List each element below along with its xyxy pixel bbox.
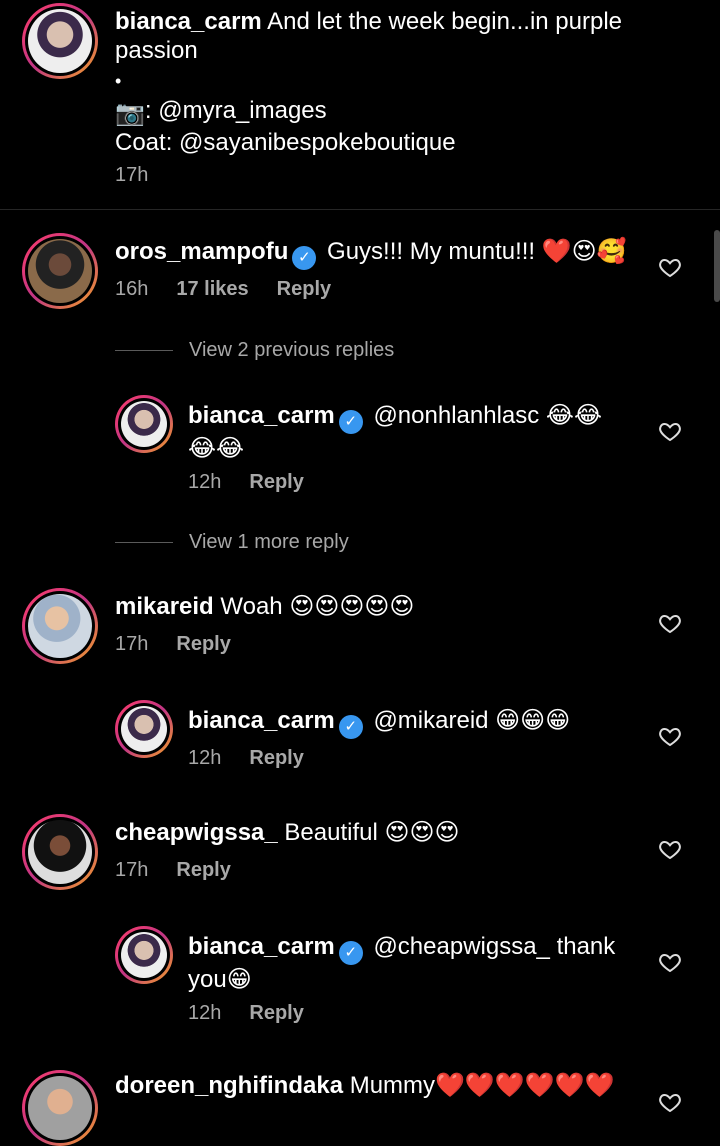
view-previous-replies[interactable]: View 2 previous replies: [115, 339, 394, 362]
comment-text: doreen_nghifindaka Mummy❤️❤️❤️❤️❤️❤️: [115, 1071, 655, 1100]
likes-count[interactable]: 17 likes: [176, 278, 248, 301]
reply-body-line2: you😁: [188, 966, 252, 993]
reply-time: 12h: [188, 747, 222, 769]
caption-username[interactable]: bianca_carm: [115, 8, 262, 35]
comment-time: 16h: [115, 278, 149, 300]
reply-text: bianca_carm ✓ @mikareid 😁😁😁: [188, 706, 648, 739]
reply-button[interactable]: Reply: [249, 747, 303, 770]
like-heart-icon[interactable]: [658, 950, 682, 974]
comment-avatar[interactable]: [22, 588, 98, 664]
reply-avatar[interactable]: [115, 700, 173, 758]
caption-text: bianca_carm And let the week begin...in …: [115, 7, 675, 157]
comment-avatar[interactable]: [22, 233, 98, 309]
comment-avatar[interactable]: [22, 814, 98, 890]
comment-body: Woah 😍😍😍😍😍: [220, 593, 415, 620]
comment-time: 17h: [115, 633, 149, 655]
caption-time: 17h: [115, 164, 149, 186]
reply-button[interactable]: Reply: [176, 633, 230, 656]
photo-credit: : @myra_images: [144, 97, 327, 124]
reply-body-line1: @mikareid 😁😁😁: [373, 707, 571, 734]
comment-body: Mummy❤️❤️❤️❤️❤️❤️: [349, 1072, 615, 1099]
coat-credit: Coat: @sayanibespokeboutique: [115, 129, 456, 156]
view-replies-label[interactable]: View 2 previous replies: [189, 339, 394, 362]
reply-body-line1: @cheapwigssa_ thank: [373, 933, 616, 960]
reply-body-line1: @nonhlanhlasc 😂😂: [373, 402, 602, 429]
caption-meta: 17h: [115, 164, 148, 187]
caption-line1: And let the week begin...in purple: [267, 8, 623, 35]
verified-badge-icon: ✓: [338, 410, 363, 434]
comment-username[interactable]: doreen_nghifindaka: [115, 1072, 343, 1099]
caption-line2: passion: [115, 37, 198, 64]
comment-body: Guys!!! My muntu!!! ❤️😍🥰: [327, 238, 627, 265]
reply-meta: 12h Reply: [188, 1002, 304, 1025]
view-more-label[interactable]: View 1 more reply: [189, 531, 349, 554]
comment-avatar[interactable]: [22, 1070, 98, 1146]
reply-button[interactable]: Reply: [277, 278, 331, 301]
like-heart-icon[interactable]: [658, 1090, 682, 1114]
verified-badge-icon: ✓: [338, 941, 363, 965]
thread-line: [115, 350, 173, 351]
reply-time: 12h: [188, 471, 222, 493]
reply-meta: 12h Reply: [188, 471, 304, 494]
reply-time: 12h: [188, 1002, 222, 1024]
divider: [0, 209, 720, 210]
caption-bullet: •: [115, 71, 122, 91]
verified-badge-icon: ✓: [292, 246, 317, 270]
comment-text: mikareid Woah 😍😍😍😍😍: [115, 592, 655, 621]
reply-body-line2: 😂😂: [188, 435, 245, 462]
like-heart-icon[interactable]: [658, 837, 682, 861]
verified-badge-icon: ✓: [338, 715, 363, 739]
view-more-replies[interactable]: View 1 more reply: [115, 531, 349, 554]
comment-username[interactable]: mikareid: [115, 593, 214, 620]
like-heart-icon[interactable]: [658, 419, 682, 443]
reply-username[interactable]: bianca_carm: [188, 933, 335, 960]
comment-username[interactable]: oros_mampofu: [115, 238, 288, 265]
comment-username[interactable]: cheapwigssa_: [115, 819, 278, 846]
like-heart-icon[interactable]: [658, 611, 682, 635]
comment-text: oros_mampofu ✓ Guys!!! My muntu!!! ❤️😍🥰: [115, 237, 655, 270]
camera-emoji-icon: 📷: [115, 100, 145, 127]
comment-time: 17h: [115, 859, 149, 881]
reply-button[interactable]: Reply: [249, 1002, 303, 1025]
comment-meta: 16h 17 likes Reply: [115, 278, 331, 301]
reply-text: bianca_carm ✓ @cheapwigssa_ thank you😁: [188, 932, 648, 994]
comment-body: Beautiful 😍😍😍: [284, 819, 460, 846]
reply-text: bianca_carm ✓ @nonhlanhlasc 😂😂 😂😂: [188, 401, 648, 463]
reply-avatar[interactable]: [115, 926, 173, 984]
caption-avatar[interactable]: [22, 3, 98, 79]
reply-avatar[interactable]: [115, 395, 173, 453]
like-heart-icon[interactable]: [658, 255, 682, 279]
like-heart-icon[interactable]: [658, 724, 682, 748]
scrollbar[interactable]: [714, 230, 720, 302]
comment-meta: 17h Reply: [115, 633, 231, 656]
comment-text: cheapwigssa_ Beautiful 😍😍😍: [115, 818, 655, 847]
reply-button[interactable]: Reply: [176, 859, 230, 882]
thread-line: [115, 542, 173, 543]
comment-meta: 17h Reply: [115, 859, 231, 882]
reply-username[interactable]: bianca_carm: [188, 707, 335, 734]
reply-username[interactable]: bianca_carm: [188, 402, 335, 429]
reply-button[interactable]: Reply: [249, 471, 303, 494]
reply-meta: 12h Reply: [188, 747, 304, 770]
